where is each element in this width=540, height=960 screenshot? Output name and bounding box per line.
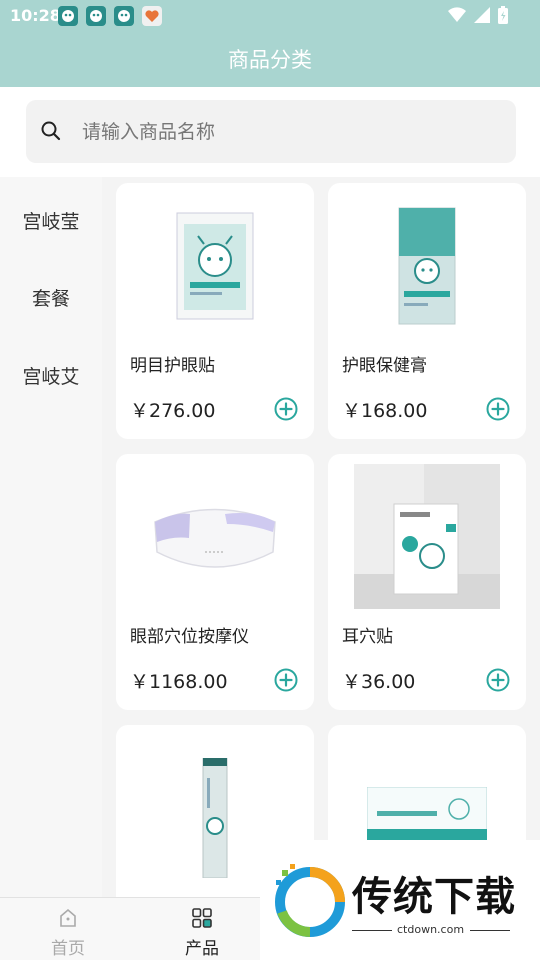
add-circle-icon[interactable] (486, 668, 510, 692)
watermark-rule (470, 930, 510, 931)
tab-home-label: 首页 (51, 939, 85, 959)
product-card[interactable]: 明目护眼贴 ￥276.00 (116, 183, 314, 439)
sidebar-item-taocan[interactable]: 套餐 (0, 284, 102, 311)
product-card[interactable]: 眼部穴位按摩仪 ￥1168.00 (116, 454, 314, 710)
product-image (142, 193, 288, 338)
tab-home[interactable]: 首页 (3, 898, 133, 960)
sidebar-item-gongqiai[interactable]: 宫岐艾 (0, 362, 102, 389)
watermark-logo-icon (275, 864, 345, 937)
search-input[interactable] (82, 110, 502, 153)
watermark-title: 传统下载 (352, 874, 516, 920)
products-icon (192, 908, 212, 928)
status-time: 10:28 (10, 6, 61, 25)
product-card[interactable]: 护眼保健膏 ￥168.00 (328, 183, 526, 439)
add-circle-icon[interactable] (486, 397, 510, 421)
product-price: ￥276.00 (130, 400, 216, 422)
sidebar-item-gongqiying[interactable]: 宫岐莹 (0, 207, 102, 234)
page-title: 商品分类 (228, 48, 312, 72)
wifi-icon (448, 7, 466, 23)
app-notification-icon (58, 6, 78, 26)
product-name: 明目护眼贴 (130, 356, 215, 376)
product-image (142, 464, 288, 609)
product-name: 眼部穴位按摩仪 (130, 627, 249, 647)
bottom-tab-bar: 首页 产品 (0, 897, 260, 960)
status-indicators (448, 6, 508, 24)
search-section (0, 87, 540, 177)
product-image (354, 464, 500, 609)
signal-icon (474, 7, 490, 23)
product-image (354, 193, 500, 338)
search-icon (41, 121, 61, 141)
product-card[interactable]: 耳穴贴 ￥36.00 (328, 454, 526, 710)
watermark-url: ctdown.com (397, 923, 465, 936)
tab-products-label: 产品 (185, 939, 219, 959)
product-price: ￥1168.00 (130, 671, 228, 693)
product-price: ￥36.00 (342, 671, 416, 693)
category-sidebar: 宫岐莹 套餐 宫岐艾 (0, 177, 102, 897)
watermark-rule (352, 930, 392, 931)
watermark-overlay: 传统下载 ctdown.com (260, 840, 540, 960)
app-notification-icon (114, 6, 134, 26)
product-name: 护眼保健膏 (342, 356, 427, 376)
add-circle-icon[interactable] (274, 668, 298, 692)
app-notification-icon (86, 6, 106, 26)
header-bar: 10:28 商品分类 (0, 0, 540, 87)
product-name: 耳穴贴 (342, 627, 393, 647)
battery-icon (498, 6, 508, 24)
tab-products[interactable]: 产品 (137, 898, 267, 960)
home-icon (60, 908, 76, 927)
product-price: ￥168.00 (342, 400, 428, 422)
add-circle-icon[interactable] (274, 397, 298, 421)
product-grid: 明目护眼贴 ￥276.00 护眼保健膏 ￥168.00 眼部穴位按摩仪 ￥116… (102, 177, 540, 897)
status-bar: 10:28 (0, 0, 540, 32)
search-box[interactable] (26, 100, 516, 163)
heart-app-icon (142, 6, 162, 26)
